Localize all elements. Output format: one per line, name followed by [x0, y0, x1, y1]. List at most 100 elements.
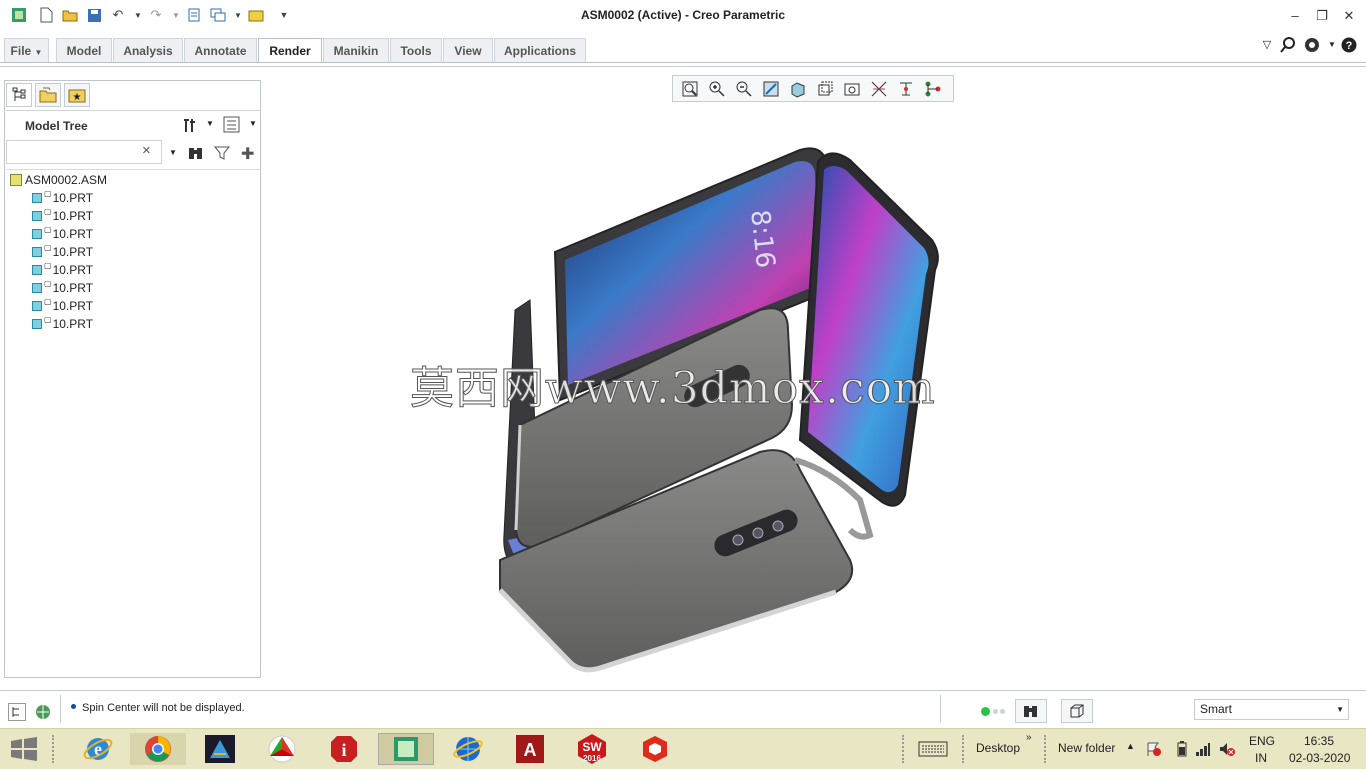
model-tree-title: Model Tree: [25, 119, 88, 133]
tab-tools[interactable]: Tools: [390, 38, 442, 62]
battery-icon[interactable]: [1177, 741, 1187, 757]
placement-icon: ▢: [44, 243, 52, 252]
volume-muted-icon[interactable]: [1219, 741, 1235, 757]
binoculars-icon: [1024, 706, 1037, 717]
action-center-icon[interactable]: [1146, 741, 1162, 757]
internet-explorer-icon[interactable]: e: [80, 733, 116, 765]
minimize-ribbon-icon[interactable]: ▽: [1259, 37, 1275, 53]
tree-item[interactable]: ▢ 10.PRT: [32, 261, 93, 279]
show-hidden-icons-icon[interactable]: ▲: [1126, 741, 1135, 751]
solidworks-2016-icon[interactable]: SW 2016: [574, 733, 610, 765]
tree-item[interactable]: ▢ 10.PRT: [32, 315, 93, 333]
svg-text:A: A: [524, 740, 537, 760]
saved-orientations-icon[interactable]: [816, 80, 834, 98]
repaint-icon[interactable]: [762, 80, 780, 98]
file-dropdown-icon: ▼: [34, 48, 43, 57]
clock-date[interactable]: 02-03-2020: [1289, 751, 1350, 765]
tree-item[interactable]: ▢ 10.PRT: [32, 297, 93, 315]
restore-icon[interactable]: ❐: [1313, 7, 1331, 25]
language-indicator[interactable]: ENG: [1249, 734, 1275, 748]
browser-toggle-icon[interactable]: [34, 703, 52, 721]
3ds-max-icon[interactable]: [202, 733, 238, 765]
placement-icon: ▢: [44, 225, 52, 234]
taskbar-grip: [902, 735, 908, 763]
clear-search-icon[interactable]: ×: [142, 142, 151, 159]
navigator-toggle-icon[interactable]: [8, 703, 26, 721]
annotation-display-icon[interactable]: [924, 80, 942, 98]
search-icon[interactable]: [1280, 37, 1296, 53]
tab-render[interactable]: Render: [258, 38, 322, 63]
tab-model[interactable]: Model: [56, 38, 112, 62]
filter-icon[interactable]: [213, 145, 231, 161]
add-column-icon[interactable]: ✚: [241, 144, 254, 164]
svg-text:i: i: [341, 740, 346, 760]
tree-item-label: 10.PRT: [52, 245, 94, 259]
clock-time[interactable]: 16:35: [1304, 734, 1334, 748]
help-icon[interactable]: ?: [1341, 37, 1357, 53]
tree-item[interactable]: ▢ 10.PRT: [32, 279, 93, 297]
close-icon[interactable]: ✕: [1340, 7, 1358, 25]
folder-browser-tab-icon[interactable]: [35, 83, 61, 107]
new-folder-toolbar[interactable]: New folder: [1058, 741, 1115, 755]
tree-item[interactable]: ▢ 10.PRT: [32, 207, 93, 225]
part-icon: [32, 193, 42, 203]
display-style-icon[interactable]: [789, 80, 807, 98]
tab-analysis[interactable]: Analysis: [113, 38, 183, 62]
sketchup-icon[interactable]: [636, 733, 672, 765]
toolbar-expand-icon[interactable]: »: [1026, 732, 1032, 743]
community-dropdown-icon[interactable]: ▼: [1324, 37, 1340, 53]
tree-item[interactable]: ▢ 10.PRT: [32, 243, 93, 261]
placement-icon: ▢: [44, 315, 52, 324]
selection-filter-select[interactable]: Smart ▼: [1194, 699, 1349, 720]
region-indicator[interactable]: IN: [1255, 751, 1267, 765]
favorites-tab-icon[interactable]: ★: [64, 83, 90, 107]
zoom-in-icon[interactable]: [708, 80, 726, 98]
taskbar-grip: [962, 735, 968, 763]
ribbon-divider: [0, 62, 1366, 63]
model-tree-search-input[interactable]: [6, 140, 162, 164]
settings-icon[interactable]: [181, 116, 199, 134]
chrome-icon[interactable]: [130, 733, 186, 765]
model-tree-tab-icon[interactable]: [6, 83, 32, 107]
app-red-green-icon[interactable]: [264, 733, 300, 765]
search-dropdown-icon[interactable]: ▼: [169, 148, 177, 157]
status-dot-icon: [993, 709, 998, 714]
settings-dropdown-icon[interactable]: ▼: [206, 119, 214, 128]
tab-annotate[interactable]: Annotate: [184, 38, 257, 62]
desktop-toolbar[interactable]: Desktop: [976, 741, 1020, 755]
datum-display-icon[interactable]: [870, 80, 888, 98]
find-button[interactable]: [1015, 699, 1047, 723]
placement-icon: ▢: [44, 261, 52, 270]
autocad-icon[interactable]: A: [512, 733, 548, 765]
tab-manikin[interactable]: Manikin: [323, 38, 389, 62]
spin-center-icon[interactable]: [897, 80, 915, 98]
part-icon: [32, 301, 42, 311]
tree-root-item[interactable]: ASM0002.ASM: [10, 171, 107, 189]
selection-box-button[interactable]: [1061, 699, 1093, 723]
network-icon[interactable]: [1195, 741, 1211, 757]
taskbar-grip: [52, 735, 58, 763]
info-app-icon[interactable]: i: [326, 733, 362, 765]
part-icon: [32, 319, 42, 329]
globe-app-icon[interactable]: [450, 733, 486, 765]
refit-icon[interactable]: [681, 80, 699, 98]
title-bar: ↶ ▼ ↷ ▼ ▼ ▼ ASM0002 (Active) - Creo Para…: [0, 0, 1366, 32]
minimize-icon[interactable]: –: [1286, 7, 1304, 25]
tab-applications[interactable]: Applications: [494, 38, 586, 62]
touch-keyboard-icon[interactable]: [918, 740, 948, 758]
community-icon[interactable]: [1304, 37, 1320, 53]
windows-start-icon[interactable]: [10, 737, 38, 761]
creo-icon[interactable]: [378, 733, 434, 765]
show-icon[interactable]: [223, 116, 241, 134]
status-message: Spin Center will not be displayed.: [82, 702, 245, 714]
find-icon[interactable]: [187, 145, 205, 161]
tab-view[interactable]: View: [443, 38, 493, 62]
zoom-out-icon[interactable]: [735, 80, 753, 98]
selection-filter-value: Smart: [1200, 702, 1233, 716]
show-dropdown-icon[interactable]: ▼: [249, 119, 257, 128]
tab-file[interactable]: File ▼: [4, 38, 49, 62]
tree-item[interactable]: ▢ 10.PRT: [32, 189, 93, 207]
part-icon: [32, 265, 42, 275]
tree-item[interactable]: ▢ 10.PRT: [32, 225, 93, 243]
perspective-icon[interactable]: [843, 80, 861, 98]
